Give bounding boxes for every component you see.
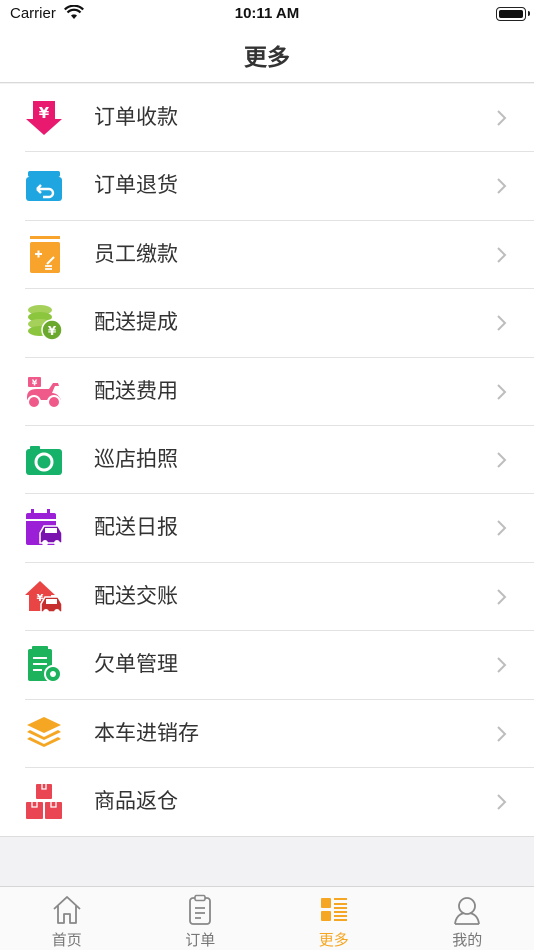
menu-item-debt-management[interactable]: 欠单管理 xyxy=(0,631,534,700)
svg-text:¥: ¥ xyxy=(48,324,57,338)
chevron-right-icon xyxy=(496,176,508,196)
home-icon xyxy=(53,896,81,924)
menu-item-label: 商品返仓 xyxy=(94,788,178,813)
chevron-right-icon xyxy=(496,587,508,607)
tab-orders[interactable]: 订单 xyxy=(134,887,268,950)
calendar-truck-icon xyxy=(25,509,63,547)
menu-item-label: 配送交账 xyxy=(94,583,178,608)
user-icon xyxy=(454,897,481,925)
return-box-icon xyxy=(25,167,63,205)
menu-item-label: 欠单管理 xyxy=(94,652,178,677)
yen-download-icon: ¥ xyxy=(25,99,63,137)
tab-home[interactable]: 首页 xyxy=(0,887,134,950)
menu-item-staff-payment[interactable]: 员工缴款 xyxy=(0,221,534,290)
chevron-right-icon xyxy=(496,382,508,402)
menu-item-order-return[interactable]: 订单退货 xyxy=(0,152,534,221)
menu-item-label: 本车进销存 xyxy=(94,720,199,745)
menu-item-label: 配送提成 xyxy=(94,310,178,335)
tab-label: 我的 xyxy=(452,931,483,949)
menu-item-store-photo[interactable]: 巡店拍照 xyxy=(0,426,534,495)
menu-item-delivery-settlement[interactable]: ¥ 配送交账 xyxy=(0,563,534,632)
chevron-right-icon xyxy=(496,655,508,675)
chevron-right-icon xyxy=(496,792,508,812)
tab-bar: 首页 订单 更多 我的 xyxy=(0,886,534,950)
menu-item-label: 巡店拍照 xyxy=(94,446,178,471)
clock: 10:11 AM xyxy=(234,5,300,22)
chevron-right-icon xyxy=(496,724,508,744)
more-grid-icon xyxy=(320,898,347,921)
chevron-right-icon xyxy=(496,518,508,538)
scooter-icon: ¥ xyxy=(25,373,63,411)
tab-label: 更多 xyxy=(318,931,349,949)
menu-item-label: 订单收款 xyxy=(94,105,178,129)
menu-item-delivery-commission[interactable]: ¥ 配送提成 xyxy=(0,289,534,358)
tab-label: 订单 xyxy=(185,931,216,949)
tab-label: 首页 xyxy=(51,931,82,949)
status-bar: Carrier 10:11 AM xyxy=(0,0,534,30)
svg-text:¥: ¥ xyxy=(32,378,38,387)
house-truck-icon: ¥ xyxy=(25,578,63,616)
menu-list: ¥ 订单收款 订单退货 员工缴款 ¥ 配送提成 ¥ 配送费用 巡店拍照 配送日报… xyxy=(0,84,534,838)
layers-icon xyxy=(25,715,63,753)
boxes-icon xyxy=(25,783,63,821)
coins-yen-icon: ¥ xyxy=(25,304,63,342)
clipboard-icon xyxy=(189,894,212,925)
menu-item-order-payment[interactable]: ¥ 订单收款 xyxy=(0,84,534,153)
chevron-right-icon xyxy=(496,108,508,128)
menu-item-vehicle-inventory[interactable]: 本车进销存 xyxy=(0,700,534,768)
calculator-icon xyxy=(25,235,63,274)
battery-icon xyxy=(496,7,530,21)
menu-item-label: 配送日报 xyxy=(94,515,178,540)
tab-mine[interactable]: 我的 xyxy=(401,887,534,950)
menu-item-delivery-expense[interactable]: ¥ 配送费用 xyxy=(0,358,534,426)
tab-more[interactable]: 更多 xyxy=(267,887,401,950)
menu-item-label: 员工缴款 xyxy=(94,241,178,266)
menu-item-label: 配送费用 xyxy=(94,378,178,403)
svg-text:¥: ¥ xyxy=(39,104,50,122)
menu-item-label: 订单退货 xyxy=(94,173,178,198)
chevron-right-icon xyxy=(496,450,508,470)
camera-icon xyxy=(25,441,63,479)
menu-item-delivery-daily-report[interactable]: 配送日报 xyxy=(0,494,534,563)
menu-item-goods-return-warehouse[interactable]: 商品返仓 xyxy=(0,768,534,836)
navigation-bar: 更多 xyxy=(0,30,534,83)
chevron-right-icon xyxy=(496,245,508,265)
document-gear-icon xyxy=(25,646,63,684)
page-title: 更多 xyxy=(244,45,290,71)
chevron-right-icon xyxy=(496,313,508,333)
